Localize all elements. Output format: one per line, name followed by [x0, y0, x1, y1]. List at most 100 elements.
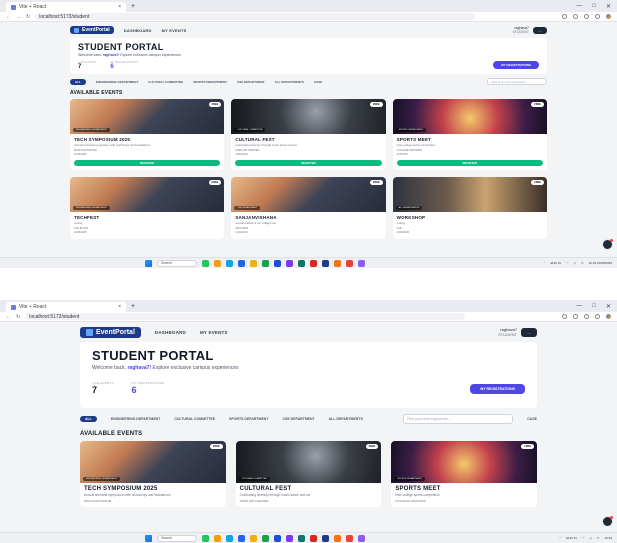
event-card[interactable]: FREE SPORTS DEPARTMENT SPORTS MEET Inter-c…: [392, 99, 547, 170]
register-button[interactable]: REGISTER: [235, 160, 382, 166]
file-explorer-icon[interactable]: [214, 534, 221, 542]
url-field[interactable]: localhost:5173/student: [25, 313, 466, 320]
event-card[interactable]: FREE SPORTS DEPARTMENT SPORTS MEET Inter-c…: [391, 441, 537, 507]
vscode-icon[interactable]: [274, 534, 281, 542]
event-card[interactable]: FREE CULTURAL COMMITTEE CULTURAL FEST Cele…: [235, 441, 382, 507]
copilot-icon[interactable]: [606, 314, 611, 319]
windows-start-icon[interactable]: [145, 534, 152, 542]
my-registrations-button[interactable]: MY REGISTRATIONS: [493, 61, 539, 69]
folder-icon[interactable]: [250, 534, 257, 542]
windows-start-icon[interactable]: [145, 259, 152, 267]
app-red-icon[interactable]: [310, 534, 317, 542]
back-icon[interactable]: ←: [6, 314, 11, 320]
filter-chip-cultural[interactable]: CULTURAL COMMITTEE: [148, 80, 183, 84]
browser-tab[interactable]: Vite + React ×: [6, 2, 126, 12]
collections-icon[interactable]: [584, 314, 589, 319]
nav-dashboard[interactable]: DASHBOARD: [124, 28, 152, 33]
profile-icon[interactable]: [595, 14, 600, 19]
app-blue-icon[interactable]: [322, 259, 329, 267]
search-input[interactable]: Find your next experience...: [403, 414, 514, 424]
teams-icon[interactable]: [286, 259, 293, 267]
tray-chevron-icon[interactable]: ⌃: [559, 536, 562, 540]
brand-logo[interactable]: EventPortal: [70, 26, 114, 34]
app-red-icon[interactable]: [310, 259, 317, 267]
brand-logo[interactable]: EventPortal: [80, 326, 141, 338]
wifi-icon[interactable]: ◠: [566, 261, 569, 265]
filter-chip-engineering[interactable]: ENGINEERING DEPARTMENT: [111, 417, 161, 421]
my-registrations-button[interactable]: MY REGISTRATIONS: [470, 384, 525, 394]
event-card[interactable]: FREE ENGINEERING DEPARTMENT TECH SYMPOSIU…: [80, 441, 226, 507]
filter-chip-cse[interactable]: CSE DEPARTMENT: [237, 80, 265, 84]
chat-fab-button[interactable]: [602, 516, 613, 527]
filter-chip-sports[interactable]: SPORTS DEPARTMENT: [229, 417, 268, 421]
back-icon[interactable]: ←: [6, 14, 11, 20]
copilot-icon[interactable]: [606, 14, 611, 19]
event-card[interactable]: FREE ALL DEPARTMENTS WORKSHOP coding LAB 11…: [392, 177, 547, 239]
close-tab-icon[interactable]: ×: [118, 4, 121, 10]
clock[interactable]: 12:33 10/05/2025: [589, 261, 612, 265]
nav-dashboard[interactable]: DASHBOARD: [155, 330, 186, 335]
register-button[interactable]: REGISTER: [396, 160, 543, 166]
store-icon[interactable]: [238, 534, 245, 542]
maximize-icon[interactable]: □: [592, 303, 596, 310]
user-menu[interactable]: raghava7 STUDENT ...: [498, 327, 537, 337]
collections-icon[interactable]: [584, 14, 589, 19]
volume-icon[interactable]: ◁: [589, 536, 591, 540]
favorites-icon[interactable]: [573, 314, 578, 319]
nav-my-events[interactable]: MY EVENTS: [200, 330, 228, 335]
filter-chip-sports[interactable]: SPORTS DEPARTMENT: [193, 80, 227, 84]
widgets-icon[interactable]: [202, 259, 209, 267]
edge-icon[interactable]: [226, 259, 233, 267]
filter-chip-all-departments[interactable]: ALL DEPARTMENTS: [329, 417, 363, 421]
teams-icon[interactable]: [286, 534, 293, 542]
new-tab-button[interactable]: +: [131, 3, 135, 10]
clock[interactable]: 12:33: [604, 536, 612, 540]
avatar[interactable]: ...: [521, 327, 537, 337]
chat-fab-button[interactable]: [602, 239, 613, 250]
wifi-icon[interactable]: ◠: [582, 536, 585, 540]
event-card[interactable]: FREE ENGINEERING DEPARTMENT TECHFEST codin…: [70, 177, 225, 239]
event-card[interactable]: FREE CULTURAL COMMITTEE CULTURAL FEST Cele…: [231, 99, 386, 170]
filter-chip-case[interactable]: CASE: [314, 80, 322, 84]
reload-icon[interactable]: ↻: [26, 14, 30, 20]
forward-icon[interactable]: →: [16, 14, 21, 20]
minimize-icon[interactable]: —: [576, 3, 582, 10]
vscode-icon[interactable]: [274, 259, 281, 267]
whatsapp-icon[interactable]: [262, 259, 269, 267]
terminal-icon[interactable]: [298, 259, 305, 267]
profile-icon[interactable]: [595, 314, 600, 319]
browser-tab[interactable]: Vite + React ×: [6, 302, 126, 312]
filter-chip-case[interactable]: CASE: [527, 417, 537, 421]
close-window-icon[interactable]: ✕: [606, 303, 611, 310]
nav-my-events[interactable]: MY EVENTS: [162, 28, 187, 33]
reload-icon[interactable]: ↻: [16, 314, 20, 320]
minimize-icon[interactable]: —: [576, 303, 582, 310]
tray-chevron-icon[interactable]: ⌃: [543, 261, 546, 265]
filter-chip-engineering[interactable]: ENGINEERING DEPARTMENT: [96, 80, 138, 84]
filter-chip-all[interactable]: ALL: [80, 416, 97, 422]
language-indicator[interactable]: ENG IN: [551, 261, 561, 265]
event-card[interactable]: FREE CSE DEPARTMENT SANJANVISHANA annual f…: [231, 177, 386, 239]
filter-chip-cse[interactable]: CSE DEPARTMENT: [282, 417, 314, 421]
read-aloud-icon[interactable]: [562, 314, 567, 319]
event-card[interactable]: FREE ENGINEERING DEPARTMENT TECH SYMPOSIU…: [70, 99, 225, 170]
widgets-icon[interactable]: [202, 534, 209, 542]
maximize-icon[interactable]: □: [592, 3, 596, 10]
app-purple-icon[interactable]: [358, 534, 365, 542]
chrome-icon[interactable]: [346, 534, 353, 542]
powerpoint-icon[interactable]: [334, 534, 341, 542]
favorites-icon[interactable]: [573, 14, 578, 19]
filter-chip-all[interactable]: ALL: [70, 78, 86, 85]
terminal-icon[interactable]: [298, 534, 305, 542]
app-blue-icon[interactable]: [322, 534, 329, 542]
filter-chip-all-departments[interactable]: ALL DEPARTMENTS: [275, 80, 304, 84]
register-button[interactable]: REGISTER: [74, 160, 221, 166]
taskbar-search[interactable]: Search: [157, 534, 197, 542]
filter-chip-cultural[interactable]: CULTURAL COMMITTEE: [174, 417, 215, 421]
url-field[interactable]: localhost:5173/student: [35, 13, 476, 20]
avatar[interactable]: ...: [533, 26, 547, 34]
volume-icon[interactable]: ◁: [573, 261, 575, 265]
app-purple-icon[interactable]: [358, 259, 365, 267]
chrome-icon[interactable]: [346, 259, 353, 267]
user-menu[interactable]: raghava7 STUDENT ...: [512, 26, 547, 34]
